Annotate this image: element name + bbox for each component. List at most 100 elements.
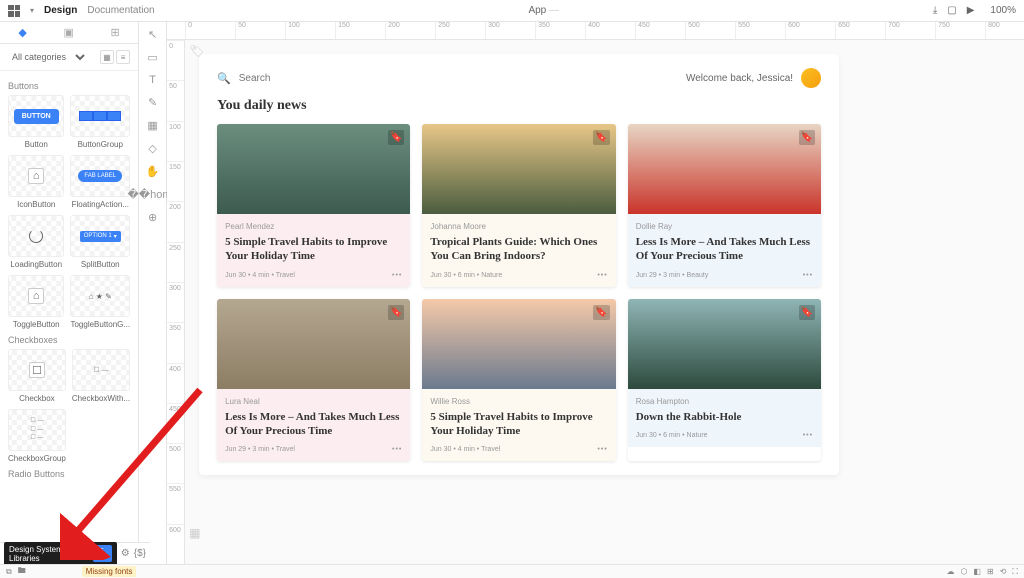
component-fab[interactable]: FAB LABEL FloatingAction...	[70, 155, 130, 209]
status-icon-2[interactable]: ⬡	[960, 567, 967, 577]
card-title: 5 Simple Travel Habits to Improve Your H…	[430, 410, 607, 439]
article-card[interactable]: 🔖 Willie Ross 5 Simple Travel Habits to …	[422, 299, 615, 462]
category-select[interactable]: All categories	[8, 51, 88, 63]
more-icon[interactable]: •••	[803, 272, 813, 279]
card-author: Lura Neal	[225, 397, 402, 406]
component-loadingbutton[interactable]: LoadingButton	[8, 215, 64, 269]
bookmark-icon[interactable]: 🔖	[593, 305, 609, 320]
grid-view-icon[interactable]: ▦	[100, 50, 114, 64]
missing-fonts-badge[interactable]: Missing fonts	[82, 566, 137, 577]
card-title: Tropical Plants Guide: Which Ones You Ca…	[430, 235, 607, 264]
status-icon-1[interactable]: ☁	[946, 567, 954, 577]
status-icon-3[interactable]: ◧	[973, 567, 981, 577]
bookmark-icon[interactable]: 🔖	[388, 305, 404, 320]
card-author: Dollie Ray	[636, 222, 813, 231]
text-tool-icon[interactable]: T	[149, 74, 156, 86]
document-title: App —	[155, 5, 933, 16]
tab-design[interactable]: Design	[44, 5, 77, 16]
component-buttongroup[interactable]: ButtonGroup	[70, 95, 130, 149]
horizontal-ruler: 0501001502002503003504004505005506006507…	[167, 22, 1024, 40]
search-input[interactable]	[239, 73, 678, 84]
hand-tool-icon[interactable]: ✋	[146, 165, 160, 178]
page-title: You daily news	[217, 98, 821, 114]
card-meta: Jun 29 • 3 min • Travel	[225, 446, 295, 453]
tree-tab-icon[interactable]: ▣	[63, 26, 73, 39]
zoom-value[interactable]: 100%	[990, 5, 1016, 16]
library-status-icon[interactable]: 🖿	[18, 565, 26, 578]
bookmark-outline-icon[interactable]: 🏷	[189, 44, 204, 58]
zoom-tool-icon[interactable]: ⊕	[148, 211, 157, 224]
more-icon[interactable]: •••	[597, 272, 607, 279]
component-checkbox[interactable]: ☐ Checkbox	[8, 349, 66, 403]
card-meta: Jun 30 • 6 min • Nature	[430, 272, 502, 279]
bookmark-icon[interactable]: 🔖	[593, 130, 609, 145]
more-icon[interactable]: •••	[803, 432, 813, 439]
components-panel: ◆ ▣ ⊞ All categories ▦ ≡ Buttons BUTTON …	[0, 22, 139, 564]
tool-strip: ↖ ▭ T ✎ ▦ ◇ ✋ ��home ⊕	[139, 22, 167, 564]
chevron-down-icon[interactable]: ▾	[30, 6, 34, 15]
more-icon[interactable]: •••	[392, 272, 402, 279]
bookmark-icon[interactable]: 🔖	[799, 305, 815, 320]
status-bar: ⧉ 🖿 Missing fonts ☁ ⬡ ◧ ⊞ ⟲ ⛶	[0, 564, 1024, 578]
image-tool-icon[interactable]: ▦	[147, 119, 157, 132]
component-checkboxwith[interactable]: ☐ — CheckboxWith...	[72, 349, 130, 403]
card-title: Less Is More – And Takes Much Less Of Yo…	[636, 235, 813, 264]
app-preview-frame[interactable]: 🔍 Welcome back, Jessica! You daily news …	[199, 54, 839, 475]
design-system-libraries-button[interactable]: Design System Libraries ⌥ 2	[4, 542, 117, 566]
card-author: Pearl Mendez	[225, 222, 402, 231]
status-icon-5[interactable]: ⟲	[1000, 567, 1007, 577]
bookmark-icon[interactable]: 🔖	[388, 130, 404, 145]
frame-tool-icon[interactable]: ▭	[147, 51, 157, 64]
card-author: Rosa Hampton	[636, 397, 813, 406]
export-icon[interactable]: ⤓	[933, 5, 937, 16]
article-card[interactable]: 🔖 Dollie Ray Less Is More – And Takes Mu…	[628, 124, 821, 287]
section-buttons: Buttons	[8, 81, 130, 91]
card-meta: Jun 30 • 4 min • Travel	[225, 272, 295, 279]
avatar[interactable]	[801, 68, 821, 88]
bookmark-icon[interactable]: 🔖	[799, 130, 815, 145]
card-author: Willie Ross	[430, 397, 607, 406]
cursor-tool-icon[interactable]: ↖	[148, 28, 157, 41]
play-icon[interactable]: ▶	[967, 5, 975, 16]
status-icon-4[interactable]: ⊞	[987, 567, 994, 577]
components-tab-icon[interactable]: ◆	[18, 26, 26, 39]
card-meta: Jun 30 • 6 min • Nature	[636, 432, 708, 439]
status-icon-6[interactable]: ⛶	[1012, 567, 1018, 577]
more-icon[interactable]: •••	[392, 446, 402, 453]
component-togglebutton[interactable]: ⌂ ToggleButton	[8, 275, 64, 329]
component-checkboxgroup[interactable]: ☐ —☐ —☐ — CheckboxGroup	[8, 409, 66, 463]
vertical-ruler: 050100150200250300350400450500550600	[167, 40, 185, 564]
list-view-icon[interactable]: ≡	[116, 50, 130, 64]
component-splitbutton[interactable]: OPTION 1▾ SplitButton	[70, 215, 130, 269]
grid-toggle-icon[interactable]: ▦	[189, 526, 200, 540]
card-title: Less Is More – And Takes Much Less Of Yo…	[225, 410, 402, 439]
bracket-icon[interactable]: {$}	[134, 548, 146, 559]
component-togglebuttongroup[interactable]: ⌂ ★ ✎ ToggleButtonG...	[70, 275, 130, 329]
article-card[interactable]: 🔖 Lura Neal Less Is More – And Takes Muc…	[217, 299, 410, 462]
pen-tool-icon[interactable]: ✎	[148, 96, 157, 109]
card-author: Johanna Moore	[430, 222, 607, 231]
assets-tab-icon[interactable]: ⊞	[111, 26, 120, 39]
component-tool-icon[interactable]: ◇	[148, 142, 156, 155]
app-menu-icon[interactable]	[8, 5, 20, 17]
article-card[interactable]: 🔖 Rosa Hampton Down the Rabbit-Hole Jun …	[628, 299, 821, 462]
layers-status-icon[interactable]: ⧉	[6, 567, 12, 577]
canvas-area: 0501001502002503003504004505005506006507…	[167, 22, 1024, 564]
tab-documentation[interactable]: Documentation	[87, 5, 154, 16]
search-icon: 🔍	[217, 72, 231, 85]
section-radio: Radio Buttons	[8, 469, 130, 479]
component-button[interactable]: BUTTON Button	[8, 95, 64, 149]
more-icon[interactable]: •••	[597, 446, 607, 453]
device-icon[interactable]: ▢	[947, 5, 956, 16]
component-iconbutton[interactable]: ⌂ IconButton	[8, 155, 64, 209]
section-checkboxes: Checkboxes	[8, 335, 130, 345]
gear-icon[interactable]: ⚙	[121, 548, 130, 559]
top-bar: ▾ Design Documentation App — ⤓ ▢ ▶ 100%	[0, 0, 1024, 22]
card-meta: Jun 30 • 4 min • Travel	[430, 446, 500, 453]
card-title: 5 Simple Travel Habits to Improve Your H…	[225, 235, 402, 264]
card-meta: Jun 29 • 3 min • Beauty	[636, 272, 709, 279]
article-card[interactable]: 🔖 Johanna Moore Tropical Plants Guide: W…	[422, 124, 615, 287]
card-title: Down the Rabbit-Hole	[636, 410, 813, 424]
article-card[interactable]: 🔖 Pearl Mendez 5 Simple Travel Habits to…	[217, 124, 410, 287]
welcome-text: Welcome back, Jessica!	[686, 73, 793, 84]
